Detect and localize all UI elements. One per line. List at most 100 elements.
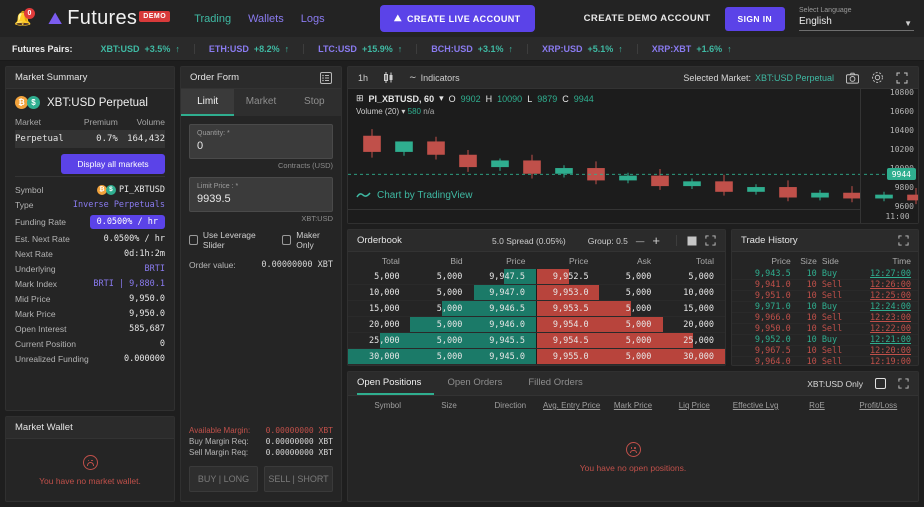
xbt-usd-only-checkbox[interactable] (875, 378, 886, 389)
fullscreen-icon[interactable] (898, 235, 909, 246)
orderbook-row[interactable]: 10,000 5,000 9,947.0 9,953.0 5,000 10,000 (348, 285, 725, 301)
chart-interval-button[interactable]: 1h (358, 73, 368, 83)
orderbook-row[interactable]: 20,000 5,000 9,946.0 9,954.0 5,000 20,000 (348, 317, 725, 333)
chevron-down-icon[interactable]: ▾ (439, 93, 444, 104)
positions-column-profit-loss: Profit/Loss (859, 401, 898, 410)
maker-only-checkbox[interactable]: Maker Only (282, 230, 333, 250)
order-form-settings-icon[interactable] (320, 71, 332, 84)
pair-change: +15.9% (361, 43, 393, 54)
trade-history-row: 9,966.0 10 Sell 12:23:00 (732, 313, 918, 324)
orderbook-ask-side: 9,952.5 5,000 5,000 (537, 269, 725, 284)
fullscreen-icon[interactable] (898, 378, 909, 389)
ask-size: 5,000 (625, 335, 652, 346)
detail-key: Symbol (15, 184, 44, 195)
ask-price: 9,955.0 (552, 351, 589, 362)
tab-market[interactable]: Market (234, 89, 287, 116)
buy-long-button[interactable]: BUY | LONG (189, 466, 258, 492)
pair-ticker-xrpusd[interactable]: XRP:USD +5.1% ↑ (527, 43, 637, 54)
limit-price-value: 9939.5 (197, 193, 231, 205)
fullscreen-icon[interactable] (705, 235, 716, 246)
pair-ticker-ethusd[interactable]: ETH:USD +8.2% ↑ (193, 43, 303, 54)
candlestick-type-icon[interactable] (382, 71, 395, 84)
trade-history-row: 9,971.0 10 Buy 12:24:00 (732, 302, 918, 313)
trade-size: 10 (806, 313, 817, 323)
quantity-unit: Contracts (USD) (277, 161, 333, 170)
decrease-group-button[interactable]: — (636, 236, 645, 246)
order-value-amount: 0.00000000 XBT (261, 260, 333, 270)
chevron-down-icon[interactable]: ▾ (401, 107, 405, 116)
tab-stop[interactable]: Stop (288, 89, 341, 116)
collapse-icon[interactable]: ⊞ (356, 93, 364, 104)
increase-group-button[interactable]: + (652, 233, 660, 248)
trade-price: 9,951.0 (754, 291, 791, 301)
indicators-button[interactable]: ∼ Indicators (409, 72, 460, 83)
detail-value: 9,950.0 (129, 293, 165, 304)
layout-toggle-icon[interactable] (687, 236, 697, 246)
orderbook-row[interactable]: 15,000 5,000 9,946.5 9,953.5 5,000 15,000 (348, 301, 725, 317)
trade-time: 12:27:00 (870, 269, 911, 279)
trade-time: 12:24:00 (870, 302, 911, 312)
brand-logo[interactable]: ⛰ Futures DEMO (48, 7, 171, 30)
margin-key: Buy Margin Req: (189, 437, 249, 446)
pair-ticker-bchusd[interactable]: BCH:USD +3.1% ↑ (416, 43, 527, 54)
trade-size: 10 (806, 324, 817, 334)
orderbook-row[interactable]: 30,000 5,000 9,945.0 9,955.0 5,000 30,000 (348, 349, 725, 365)
trade-size: 10 (806, 335, 817, 345)
trade-history-rows: 9,943.5 10 Buy 12:27:00 9,941.0 10 Sell 12:26:0… (732, 269, 918, 365)
use-leverage-slider-checkbox[interactable]: Use Leverage Slider (189, 230, 268, 250)
table-row[interactable]: Perpetual 0.7% 164,432 (15, 130, 165, 148)
display-all-markets-button[interactable]: Display all markets (61, 154, 165, 174)
language-selector[interactable]: Select Language English ▼ (799, 7, 914, 31)
ask-price: 9,953.5 (552, 303, 589, 314)
detail-row-current-position: Current Position 0 (15, 336, 165, 351)
sign-in-button[interactable]: SIGN IN (724, 6, 785, 31)
ask-total: 30,000 (683, 351, 715, 362)
pair-ticker-ltcusd[interactable]: LTC:USD +15.9% ↑ (303, 43, 416, 54)
sell-short-button[interactable]: SELL | SHORT (264, 466, 333, 492)
notifications-button[interactable]: 🔔 0 (10, 7, 36, 31)
nav-link-wallets[interactable]: Wallets (248, 13, 284, 25)
margin-key: Sell Margin Req: (189, 448, 249, 457)
detail-value: PI_XBTUSD (118, 184, 165, 195)
indicators-label: Indicators (420, 72, 460, 83)
limit-price-input[interactable]: Limit Price : * 9939.5 (189, 177, 333, 212)
column-premium: Premium (83, 117, 118, 127)
orderbook-row[interactable]: 5,000 5,000 9,947.5 9,952.5 5,000 5,000 (348, 269, 725, 285)
quantity-input[interactable]: Quantity: * 0 (189, 124, 333, 159)
trade-side: Buy (821, 269, 838, 279)
column-bid-price: Price (506, 256, 526, 266)
pair-ticker-xbtusd[interactable]: XBT:USD +3.5% ↑ (87, 44, 194, 54)
chart-canvas[interactable]: ⊞ PI_XBTUSD, 60 ▾ O 9902 H 10090 L 9879 C 99… (348, 89, 918, 223)
chart-ohlc-legend: ⊞ PI_XBTUSD, 60 ▾ O 9902 H 10090 L 9879 C 99… (356, 93, 594, 104)
current-price-badge: 9944 (886, 168, 916, 181)
fullscreen-icon[interactable] (896, 72, 908, 84)
ask-total: 10,000 (683, 287, 715, 298)
orderbook-bid-side: 5,000 5,000 9,947.5 (348, 269, 537, 284)
column-bid: Bid (450, 256, 463, 266)
camera-icon[interactable] (846, 72, 859, 84)
tab-open-orders[interactable]: Open Orders (434, 372, 515, 395)
pair-ticker-xrpxbt[interactable]: XRP:XBT +1.6% ↑ (636, 43, 746, 54)
nav-link-trading[interactable]: Trading (194, 13, 231, 25)
bid-price: 9,947.5 (489, 271, 526, 282)
nav-link-logs[interactable]: Logs (301, 13, 325, 25)
market-wallet-title: Market Wallet (15, 422, 73, 433)
bid-size: 5,000 (436, 303, 463, 314)
create-live-account-button[interactable]: ⛰ CREATE LIVE ACCOUNT (380, 5, 535, 32)
create-demo-account-button[interactable]: CREATE DEMO ACCOUNT (584, 13, 711, 24)
orderbook-column-headers: Total Bid Price Price Ask Total (348, 252, 725, 269)
tradingview-attribution[interactable]: Chart by TradingView (356, 190, 472, 201)
orderbook-row[interactable]: 25,000 5,000 9,945.5 9,954.5 5,000 25,000 (348, 333, 725, 349)
market-summary-title: Market Summary (15, 72, 88, 83)
tab-limit[interactable]: Limit (181, 89, 235, 116)
tab-open-positions[interactable]: Open Positions (357, 372, 435, 395)
maker-only-label: Maker Only (296, 230, 320, 250)
trade-time: 12:21:00 (870, 335, 911, 345)
price-chart-panel: 1h ∼ Indicators Selected Market: XBT:USD… (347, 66, 919, 224)
demo-badge: DEMO (139, 11, 171, 22)
table-header-row: Market Premium Volume (15, 116, 165, 130)
gear-icon[interactable] (871, 71, 884, 84)
pair-change: +3.5% (144, 43, 171, 54)
tab-filled-orders[interactable]: Filled Orders (515, 372, 595, 395)
language-selector-value: English (799, 15, 832, 27)
